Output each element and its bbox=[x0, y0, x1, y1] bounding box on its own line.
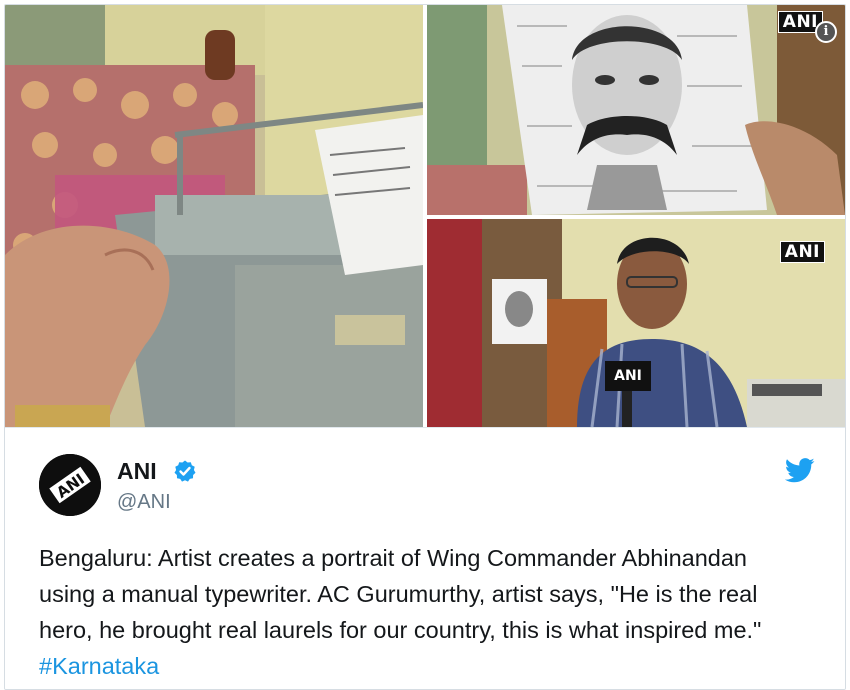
hashtag-link[interactable]: #Karnataka bbox=[39, 653, 159, 679]
mic-flag: ANI bbox=[614, 368, 642, 384]
ani-watermark: ANI bbox=[779, 241, 825, 263]
tweet-text: Bengaluru: Artist creates a portrait of … bbox=[39, 540, 809, 684]
info-icon[interactable]: i bbox=[815, 21, 837, 43]
verified-badge-icon bbox=[173, 459, 197, 483]
photo-artist[interactable]: ANI ANI bbox=[427, 219, 845, 427]
display-name[interactable]: ANI bbox=[117, 458, 157, 485]
tweet-text-body: Bengaluru: Artist creates a portrait of … bbox=[39, 545, 762, 643]
avatar[interactable]: ANI bbox=[39, 454, 101, 516]
tweet-body: ANI ANI @ANI Bengaluru: Artist creates a… bbox=[5, 427, 845, 689]
media-grid: ANI i ANI ANI bbox=[5, 5, 845, 427]
photo-typewriter[interactable] bbox=[5, 5, 423, 427]
photo-portrait[interactable]: ANI i bbox=[427, 5, 845, 215]
twitter-bird-icon[interactable] bbox=[784, 458, 815, 484]
handle[interactable]: @ANI bbox=[117, 491, 171, 514]
tweet-card: ANI i ANI ANI ANI ANI @ANI Bengaluru: Ar… bbox=[4, 4, 846, 690]
